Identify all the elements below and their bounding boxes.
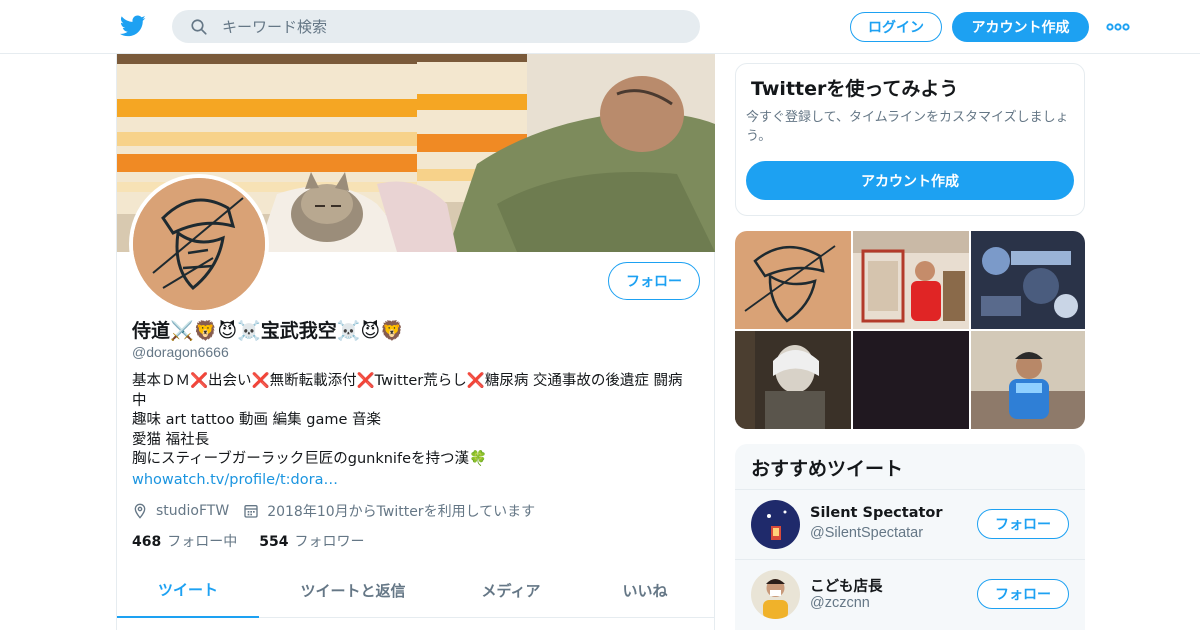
recommended-account-handle: @SilentSpectatar — [810, 525, 924, 541]
profile-avatar[interactable] — [129, 174, 269, 314]
bio-line: 胸にスティーブガーラック巨匠のgunknifeを持つ漢🍀 — [132, 451, 488, 467]
profile-handle: @doragon6666 — [132, 344, 229, 360]
login-button[interactable]: ログイン — [850, 12, 942, 42]
search-input[interactable] — [222, 17, 662, 36]
signup-card-title: Twitterを使ってみよう — [751, 78, 959, 100]
recommended-title: おすすめツイート — [751, 458, 904, 480]
top-navigation-bar: ログイン アカウント作成 — [0, 0, 1200, 54]
followers-stat[interactable]: 554 フォロワー — [259, 531, 364, 551]
recommended-account[interactable]: Silent Spectator @SilentSpectatar フォロー — [735, 489, 1085, 559]
avatar[interactable] — [751, 500, 800, 549]
bio-line: 基本ＤＭ❌出会い❌無断転載添付❌Twitter荒らし❌糖尿病 交通事故の後遺症 … — [132, 373, 683, 389]
followers-count: 554 — [259, 534, 289, 550]
followers-label: フォロワー — [294, 534, 365, 550]
profile-link[interactable]: whowatch.tv/profile/t:dora… — [132, 472, 338, 488]
media-thumbnail[interactable] — [853, 231, 969, 329]
recommended-account-name[interactable]: Silent Spectator — [810, 505, 943, 521]
profile-column: フォロー 侍道⚔️🦁😈☠️宝武我空☠️😈🦁 @doragon6666 基本ＤＭ❌… — [116, 54, 715, 630]
media-thumbnail[interactable] — [971, 231, 1085, 329]
tab-likes[interactable]: いいね — [575, 563, 715, 618]
twitter-bird-icon[interactable] — [120, 13, 146, 39]
following-label: フォロー中 — [167, 534, 238, 550]
media-thumbnail[interactable] — [971, 331, 1085, 429]
follow-button[interactable]: フォロー — [977, 509, 1069, 539]
calendar-icon — [244, 505, 258, 518]
bio-line: 愛猫 福社長 — [132, 431, 210, 448]
recommended-tweets-panel: おすすめツイート Silent Spectator @SilentSpectat… — [735, 444, 1085, 630]
tab-tweets[interactable]: ツイート — [117, 563, 259, 618]
bio-line: 中 — [132, 392, 147, 409]
tab-media[interactable]: メディア — [447, 563, 575, 618]
signup-card-description: 今すぐ登録して、タイムラインをカスタマイズしましょう。 — [746, 110, 1069, 144]
media-thumbnail[interactable] — [735, 231, 851, 329]
profile-tabs: ツイート ツイートと返信 メディア いいね — [117, 563, 715, 618]
signup-button[interactable]: アカウント作成 — [952, 12, 1089, 42]
profile-bio: 基本ＤＭ❌出会い❌無断転載添付❌Twitter荒らし❌糖尿病 交通事故の後遺症 … — [132, 372, 707, 470]
profile-joined-date: 2018年10月からTwitterを利用しています — [267, 504, 536, 520]
recommended-account-name[interactable]: こども店長 — [810, 575, 883, 596]
profile-meta: studioFTW 2018年10月からTwitterを利用しています — [132, 501, 535, 521]
recommended-account-handle: @zczcnn — [810, 595, 870, 611]
following-count: 468 — [132, 534, 162, 550]
recommended-account[interactable]: こども店長 @zczcnn フォロー — [735, 559, 1085, 629]
bio-line: 趣味 art tattoo 動画 編集 game 音楽 — [132, 412, 382, 428]
search-icon — [191, 18, 207, 35]
search-bar[interactable] — [172, 10, 700, 43]
signup-card-button[interactable]: アカウント作成 — [746, 161, 1074, 200]
profile-name: 侍道⚔️🦁😈☠️宝武我空☠️😈🦁 — [132, 320, 404, 342]
signup-card: Twitterを使ってみよう 今すぐ登録して、タイムラインをカスタマイズしましょ… — [735, 63, 1085, 216]
more-icon[interactable] — [1106, 18, 1130, 36]
profile-stats: 468 フォロー中 554 フォロワー — [132, 531, 364, 551]
follow-button[interactable]: フォロー — [977, 579, 1069, 609]
media-thumbnail[interactable] — [853, 331, 969, 429]
media-grid — [735, 231, 1085, 429]
media-thumbnail[interactable] — [735, 331, 851, 429]
location-pin-icon — [134, 503, 146, 519]
profile-location: studioFTW — [156, 503, 230, 519]
tab-tweets-and-replies[interactable]: ツイートと返信 — [259, 563, 447, 618]
avatar[interactable] — [751, 570, 800, 619]
following-stat[interactable]: 468 フォロー中 — [132, 531, 237, 551]
follow-button[interactable]: フォロー — [608, 262, 700, 300]
